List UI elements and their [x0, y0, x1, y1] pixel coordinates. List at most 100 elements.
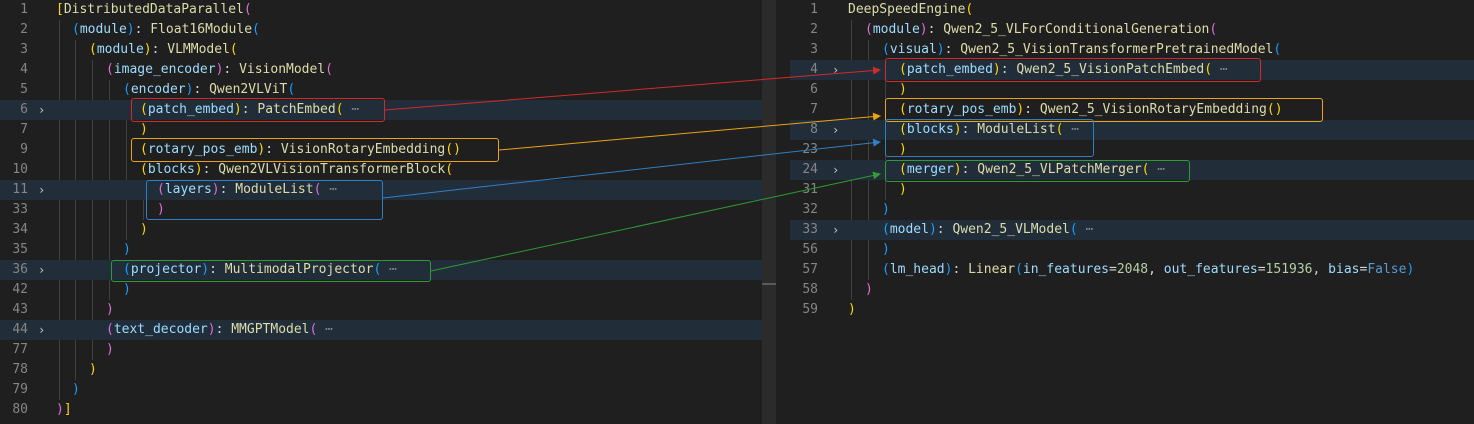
code-token: ( [229, 42, 238, 57]
code-token: text_decoder [113, 322, 208, 337]
left-code-line[interactable]: 43) [0, 300, 762, 320]
line-number: 11 [12, 182, 28, 197]
code-text: DeepSpeedEngine( [848, 0, 973, 20]
left-code-line[interactable]: 7) [0, 120, 762, 140]
code-text: ) [106, 340, 114, 360]
right-code-line[interactable]: 2 (module): Qwen2_5_VLForConditionalGener… [790, 20, 1474, 40]
left-code-line[interactable]: 79) [0, 380, 762, 400]
code-token: DeepSpeedEngine [848, 2, 966, 17]
code-token: : [193, 82, 210, 97]
code-token: in_features [1022, 262, 1109, 277]
line-number: 32 [802, 202, 818, 217]
line-number: 44 [12, 322, 28, 337]
line-number: 33 [12, 202, 28, 217]
code-token: : [944, 42, 961, 57]
line-number: 5 [20, 82, 28, 97]
right-code-line[interactable]: 1 DeepSpeedEngine( [790, 0, 1474, 20]
code-token: ) [56, 402, 64, 417]
line-number: 10 [12, 162, 28, 177]
code-token: , [1312, 262, 1329, 277]
editor-split-divider[interactable] [762, 0, 776, 424]
code-token: [ [56, 2, 64, 17]
fold-chevron-icon[interactable]: › [38, 260, 50, 280]
code-token: ) [140, 222, 148, 237]
line-number: 79 [12, 382, 28, 397]
code-token: : [134, 22, 151, 37]
right-code-line[interactable]: 57 (lm_head): Linear(in_features=2048, ou… [790, 260, 1474, 280]
code-token: ) [899, 82, 907, 97]
line-number: 7 [20, 122, 28, 137]
code-token: module [872, 22, 920, 37]
right-code-line[interactable]: 6) [790, 80, 1474, 100]
line-number: 34 [12, 222, 28, 237]
code-token: ⋯ [1077, 222, 1094, 237]
code-text: ) [72, 380, 80, 400]
left-code-line[interactable]: 42) [0, 280, 762, 300]
left-code-line[interactable]: 5 (encoder): Qwen2VLViT( [0, 80, 762, 100]
scrollbar-thumb[interactable] [762, 283, 776, 285]
right-code-line[interactable]: 33 › (model): Qwen2_5_VLModel( ⋯ [790, 220, 1474, 240]
fold-chevron-icon[interactable]: › [38, 180, 50, 200]
left-projector-box [111, 260, 431, 282]
code-token: ⋯ [317, 322, 333, 337]
code-token: VisionModel [239, 62, 326, 77]
left-code-line[interactable]: 1 [DistributedDataParallel( [0, 0, 762, 20]
code-token: : [936, 222, 953, 237]
left-code-line[interactable]: 35) [0, 240, 762, 260]
code-text: ) [123, 280, 131, 300]
code-token: 2048 [1116, 262, 1149, 277]
code-token: ) [919, 22, 928, 37]
line-number: 1 [20, 2, 28, 17]
code-token: Qwen2_5_VLForConditionalGeneration [943, 22, 1210, 37]
code-token: ( [106, 62, 114, 77]
code-token: ( [140, 162, 148, 177]
code-token: Linear [968, 262, 1016, 277]
line-number: 31 [802, 182, 818, 197]
fold-chevron-icon[interactable]: › [832, 220, 844, 240]
code-text: [DistributedDataParallel( [56, 0, 252, 20]
fold-chevron-icon[interactable]: › [832, 60, 844, 80]
left-code-line[interactable]: 10 (blocks): Qwen2VLVisionTransformerBloc… [0, 160, 762, 180]
code-token: ( [325, 62, 333, 77]
line-number: 33 [802, 222, 818, 237]
right-code-line[interactable]: 32) [790, 200, 1474, 220]
left-code-line[interactable]: 4 (image_encoder): VisionModel( [0, 60, 762, 80]
code-token: visual [889, 42, 937, 57]
left-code-line[interactable]: 78) [0, 360, 762, 380]
code-token: = [1109, 262, 1117, 277]
code-token: ) [882, 242, 890, 257]
fold-chevron-icon[interactable]: › [832, 160, 844, 180]
code-token: DistributedDataParallel [63, 2, 244, 17]
code-token: ) [140, 122, 148, 137]
fold-chevron-icon[interactable]: › [38, 100, 50, 120]
code-token: : [952, 262, 969, 277]
line-number: 35 [12, 242, 28, 257]
left-code-line[interactable]: 34) [0, 220, 762, 240]
right-code-line[interactable]: 59) [790, 300, 1474, 320]
line-number: 78 [12, 362, 28, 377]
left-code-line[interactable]: 44 › (text_decoder): MMGPTModel( ⋯ [0, 320, 762, 340]
code-text: (blocks): Qwen2VLVisionTransformerBlock( [140, 160, 453, 180]
code-token: , [1148, 262, 1164, 277]
right-code-line[interactable]: 58) [790, 280, 1474, 300]
code-token: Qwen2_5_VisionTransformerPretrainedModel [960, 42, 1274, 57]
code-token: 151936 [1265, 262, 1313, 277]
fold-chevron-icon[interactable]: › [38, 320, 50, 340]
line-number: 43 [12, 302, 28, 317]
left-code-line[interactable]: 80)] [0, 400, 762, 420]
left-code-line[interactable]: 3 (module): VLMModel( [0, 40, 762, 60]
code-text: ) [106, 300, 114, 320]
code-text: ) [899, 80, 907, 100]
left-code-line[interactable]: 77) [0, 340, 762, 360]
code-token: ) [882, 202, 890, 217]
right-code-line[interactable]: 31) [790, 180, 1474, 200]
line-number: 6 [810, 82, 818, 97]
left-code-line[interactable]: 2 (module): Float16Module( [0, 20, 762, 40]
right-code-line[interactable]: 3 (visual): Qwen2_5_VisionTransformerPret… [790, 40, 1474, 60]
fold-chevron-icon[interactable]: › [832, 120, 844, 140]
line-number: 9 [20, 142, 28, 157]
code-text: (lm_head): Linear(in_features=2048, out_… [882, 260, 1414, 280]
right-code-line[interactable]: 56) [790, 240, 1474, 260]
code-token: ( [106, 322, 114, 337]
line-number: 36 [12, 262, 28, 277]
